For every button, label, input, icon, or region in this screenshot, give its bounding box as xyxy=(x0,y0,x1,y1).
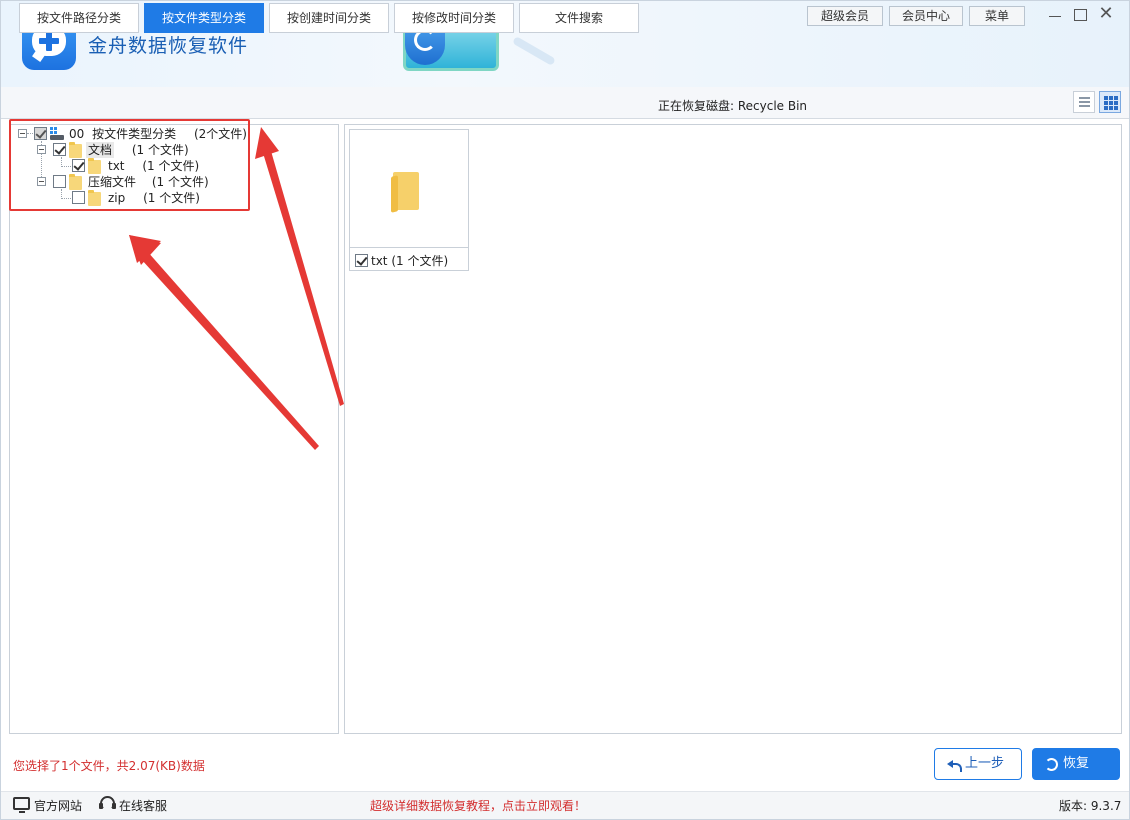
back-arrow-icon xyxy=(947,758,962,772)
tab-bar xyxy=(1,87,1129,119)
previous-step-button[interactable]: 上一步 xyxy=(934,748,1022,780)
app-window: 金舟数据恢复软件 超级会员 会员中心 菜单 ✕ 按文件路径分类 按文件类型分类 … xyxy=(0,0,1130,820)
refresh-icon xyxy=(1045,758,1058,771)
grid-item[interactable]: txt (1 个文件) xyxy=(349,129,469,271)
close-icon[interactable]: ✕ xyxy=(1095,5,1117,25)
list-view-icon[interactable] xyxy=(1073,91,1095,113)
online-support-link[interactable]: 在线客服 xyxy=(119,797,167,814)
tab-by-created-time[interactable]: 按创建时间分类 xyxy=(269,3,389,33)
headset-icon[interactable] xyxy=(99,796,116,811)
super-vip-button[interactable]: 超级会员 xyxy=(807,6,883,26)
tab-by-type[interactable]: 按文件类型分类 xyxy=(144,3,264,33)
selection-summary: 您选择了1个文件，共2.07(KB)数据 xyxy=(13,759,205,773)
tutorial-promo-link[interactable]: 超级详细数据恢复教程，点击立即观看！ xyxy=(370,797,586,814)
minimize-icon[interactable] xyxy=(1044,5,1066,25)
member-center-button[interactable]: 会员中心 xyxy=(889,6,963,26)
menu-button[interactable]: 菜单 xyxy=(969,6,1025,26)
grid-item-checkbox[interactable] xyxy=(355,254,368,267)
recover-button[interactable]: 恢复 xyxy=(1032,748,1120,780)
header-buttons: 超级会员 会员中心 菜单 xyxy=(807,6,1025,26)
folder-icon xyxy=(393,172,419,210)
grid-item-thumbnail xyxy=(350,130,468,248)
previous-step-label: 上一步 xyxy=(965,756,1005,771)
maximize-icon[interactable] xyxy=(1069,5,1091,25)
recover-label: 恢复 xyxy=(1063,756,1090,771)
tab-by-path[interactable]: 按文件路径分类 xyxy=(19,3,139,33)
wrench-decoration-icon xyxy=(512,36,556,66)
grid-view-icon[interactable] xyxy=(1099,91,1121,113)
version-label: 版本: 9.3.7 xyxy=(1059,799,1122,813)
tab-file-search[interactable]: 文件搜索 xyxy=(519,3,639,33)
app-title: 金舟数据恢复软件 xyxy=(88,35,249,57)
tab-by-modified-time[interactable]: 按修改时间分类 xyxy=(394,3,514,33)
recovering-disk-label: 正在恢复磁盘: Recycle Bin xyxy=(658,99,808,113)
monitor-icon[interactable] xyxy=(13,797,30,813)
annotation-highlight-box xyxy=(9,119,250,211)
grid-item-label: txt (1 个文件) xyxy=(371,254,449,268)
official-website-link[interactable]: 官方网站 xyxy=(34,797,82,814)
category-tree-panel xyxy=(9,124,339,734)
